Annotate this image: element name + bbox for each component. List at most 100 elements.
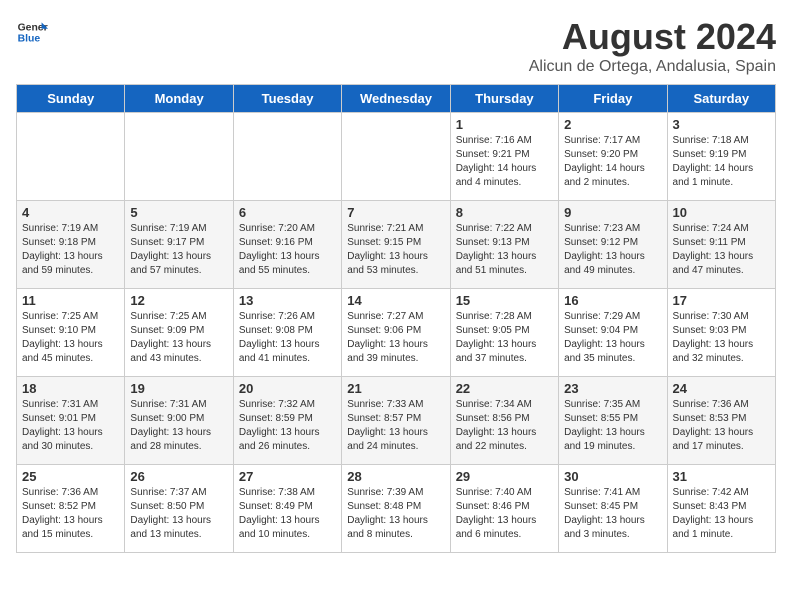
day-info: Sunrise: 7:34 AM Sunset: 8:56 PM Dayligh…	[456, 398, 553, 454]
calendar-cell: 4 Sunrise: 7:19 AM Sunset: 9:18 PM Daylig…	[17, 201, 125, 289]
day-number: 13	[239, 293, 336, 308]
logo: General Blue	[16, 16, 48, 48]
calendar-cell: 6 Sunrise: 7:20 AM Sunset: 9:16 PM Daylig…	[233, 201, 341, 289]
calendar-cell: 16 Sunrise: 7:29 AM Sunset: 9:04 PM Dayli…	[559, 289, 667, 377]
subtitle: Alicun de Ortega, Andalusia, Spain	[529, 58, 776, 76]
weekday-header: Wednesday	[342, 85, 450, 113]
day-number: 18	[22, 381, 119, 396]
day-number: 1	[456, 117, 553, 132]
day-info: Sunrise: 7:40 AM Sunset: 8:46 PM Dayligh…	[456, 486, 553, 542]
calendar-cell: 18 Sunrise: 7:31 AM Sunset: 9:01 PM Dayli…	[17, 377, 125, 465]
day-number: 4	[22, 205, 119, 220]
day-info: Sunrise: 7:21 AM Sunset: 9:15 PM Dayligh…	[347, 222, 444, 278]
day-info: Sunrise: 7:25 AM Sunset: 9:09 PM Dayligh…	[130, 310, 227, 366]
logo-icon: General Blue	[16, 16, 48, 48]
day-info: Sunrise: 7:28 AM Sunset: 9:05 PM Dayligh…	[456, 310, 553, 366]
weekday-header: Sunday	[17, 85, 125, 113]
calendar-cell: 12 Sunrise: 7:25 AM Sunset: 9:09 PM Dayli…	[125, 289, 233, 377]
calendar-cell: 31 Sunrise: 7:42 AM Sunset: 8:43 PM Dayli…	[667, 465, 775, 553]
day-number: 23	[564, 381, 661, 396]
calendar-cell: 5 Sunrise: 7:19 AM Sunset: 9:17 PM Daylig…	[125, 201, 233, 289]
day-info: Sunrise: 7:26 AM Sunset: 9:08 PM Dayligh…	[239, 310, 336, 366]
calendar-cell: 29 Sunrise: 7:40 AM Sunset: 8:46 PM Dayli…	[450, 465, 558, 553]
day-number: 6	[239, 205, 336, 220]
day-info: Sunrise: 7:42 AM Sunset: 8:43 PM Dayligh…	[673, 486, 770, 542]
calendar-cell: 26 Sunrise: 7:37 AM Sunset: 8:50 PM Dayli…	[125, 465, 233, 553]
calendar-cell: 2 Sunrise: 7:17 AM Sunset: 9:20 PM Daylig…	[559, 113, 667, 201]
calendar-cell: 30Sunrise: 7:41 AM Sunset: 8:45 PM Dayli…	[559, 465, 667, 553]
calendar-cell: 3 Sunrise: 7:18 AM Sunset: 9:19 PM Daylig…	[667, 113, 775, 201]
day-number: 19	[130, 381, 227, 396]
calendar-cell: 22 Sunrise: 7:34 AM Sunset: 8:56 PM Dayli…	[450, 377, 558, 465]
title-section: August 2024 Alicun de Ortega, Andalusia,…	[529, 16, 776, 76]
day-number: 9	[564, 205, 661, 220]
calendar-cell: 10 Sunrise: 7:24 AM Sunset: 9:11 PM Dayli…	[667, 201, 775, 289]
day-info: Sunrise: 7:23 AM Sunset: 9:12 PM Dayligh…	[564, 222, 661, 278]
day-number: 14	[347, 293, 444, 308]
day-info: Sunrise: 7:36 AM Sunset: 8:52 PM Dayligh…	[22, 486, 119, 542]
day-info: Sunrise: 7:35 AM Sunset: 8:55 PM Dayligh…	[564, 398, 661, 454]
calendar-cell: 14 Sunrise: 7:27 AM Sunset: 9:06 PM Dayli…	[342, 289, 450, 377]
calendar-cell: 24Sunrise: 7:36 AM Sunset: 8:53 PM Dayli…	[667, 377, 775, 465]
day-info: Sunrise: 7:33 AM Sunset: 8:57 PM Dayligh…	[347, 398, 444, 454]
calendar-cell: 13 Sunrise: 7:26 AM Sunset: 9:08 PM Dayli…	[233, 289, 341, 377]
day-number: 30	[564, 469, 661, 484]
day-number: 3	[673, 117, 770, 132]
calendar-cell	[342, 113, 450, 201]
calendar-cell: 20 Sunrise: 7:32 AM Sunset: 8:59 PM Dayli…	[233, 377, 341, 465]
calendar-cell: 21 Sunrise: 7:33 AM Sunset: 8:57 PM Dayli…	[342, 377, 450, 465]
calendar-cell	[17, 113, 125, 201]
calendar-cell: 15Sunrise: 7:28 AM Sunset: 9:05 PM Dayli…	[450, 289, 558, 377]
day-number: 31	[673, 469, 770, 484]
calendar-cell	[233, 113, 341, 201]
page-header: General Blue August 2024 Alicun de Orteg…	[16, 16, 776, 76]
calendar-cell: 28Sunrise: 7:39 AM Sunset: 8:48 PM Dayli…	[342, 465, 450, 553]
weekday-header-row: SundayMondayTuesdayWednesdayThursdayFrid…	[17, 85, 776, 113]
day-number: 2	[564, 117, 661, 132]
calendar-cell: 17Sunrise: 7:30 AM Sunset: 9:03 PM Dayli…	[667, 289, 775, 377]
day-info: Sunrise: 7:37 AM Sunset: 8:50 PM Dayligh…	[130, 486, 227, 542]
day-info: Sunrise: 7:29 AM Sunset: 9:04 PM Dayligh…	[564, 310, 661, 366]
day-info: Sunrise: 7:20 AM Sunset: 9:16 PM Dayligh…	[239, 222, 336, 278]
calendar-week-row: 11Sunrise: 7:25 AM Sunset: 9:10 PM Dayli…	[17, 289, 776, 377]
weekday-header: Saturday	[667, 85, 775, 113]
calendar-cell: 19 Sunrise: 7:31 AM Sunset: 9:00 PM Dayli…	[125, 377, 233, 465]
weekday-header: Friday	[559, 85, 667, 113]
day-number: 27	[239, 469, 336, 484]
svg-text:Blue: Blue	[18, 34, 41, 45]
day-info: Sunrise: 7:19 AM Sunset: 9:18 PM Dayligh…	[22, 222, 119, 278]
day-info: Sunrise: 7:18 AM Sunset: 9:19 PM Dayligh…	[673, 134, 770, 190]
day-number: 26	[130, 469, 227, 484]
day-number: 16	[564, 293, 661, 308]
calendar-week-row: 1 Sunrise: 7:16 AM Sunset: 9:21 PM Daylig…	[17, 113, 776, 201]
calendar-cell: 9 Sunrise: 7:23 AM Sunset: 9:12 PM Daylig…	[559, 201, 667, 289]
day-info: Sunrise: 7:31 AM Sunset: 9:01 PM Dayligh…	[22, 398, 119, 454]
day-number: 21	[347, 381, 444, 396]
day-info: Sunrise: 7:24 AM Sunset: 9:11 PM Dayligh…	[673, 222, 770, 278]
day-info: Sunrise: 7:19 AM Sunset: 9:17 PM Dayligh…	[130, 222, 227, 278]
main-title: August 2024	[529, 16, 776, 58]
calendar-cell: 23 Sunrise: 7:35 AM Sunset: 8:55 PM Dayli…	[559, 377, 667, 465]
day-number: 10	[673, 205, 770, 220]
day-info: Sunrise: 7:32 AM Sunset: 8:59 PM Dayligh…	[239, 398, 336, 454]
calendar-week-row: 4 Sunrise: 7:19 AM Sunset: 9:18 PM Daylig…	[17, 201, 776, 289]
day-info: Sunrise: 7:17 AM Sunset: 9:20 PM Dayligh…	[564, 134, 661, 190]
day-info: Sunrise: 7:25 AM Sunset: 9:10 PM Dayligh…	[22, 310, 119, 366]
day-number: 20	[239, 381, 336, 396]
calendar-cell: 27 Sunrise: 7:38 AM Sunset: 8:49 PM Dayli…	[233, 465, 341, 553]
day-info: Sunrise: 7:16 AM Sunset: 9:21 PM Dayligh…	[456, 134, 553, 190]
calendar-cell: 25Sunrise: 7:36 AM Sunset: 8:52 PM Dayli…	[17, 465, 125, 553]
calendar-cell: 8Sunrise: 7:22 AM Sunset: 9:13 PM Daylig…	[450, 201, 558, 289]
day-number: 12	[130, 293, 227, 308]
day-info: Sunrise: 7:39 AM Sunset: 8:48 PM Dayligh…	[347, 486, 444, 542]
day-number: 5	[130, 205, 227, 220]
day-number: 7	[347, 205, 444, 220]
weekday-header: Thursday	[450, 85, 558, 113]
day-info: Sunrise: 7:27 AM Sunset: 9:06 PM Dayligh…	[347, 310, 444, 366]
day-info: Sunrise: 7:38 AM Sunset: 8:49 PM Dayligh…	[239, 486, 336, 542]
day-info: Sunrise: 7:31 AM Sunset: 9:00 PM Dayligh…	[130, 398, 227, 454]
calendar-week-row: 25Sunrise: 7:36 AM Sunset: 8:52 PM Dayli…	[17, 465, 776, 553]
day-number: 29	[456, 469, 553, 484]
weekday-header: Monday	[125, 85, 233, 113]
day-number: 22	[456, 381, 553, 396]
